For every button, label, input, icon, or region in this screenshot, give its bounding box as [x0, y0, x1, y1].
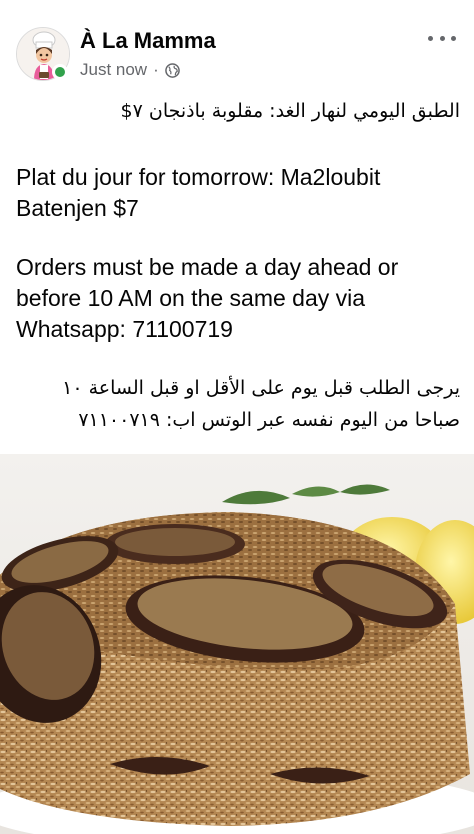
arabic-dish-line: الطبق اليومي لنهار الغد: مقلوبة باذنجان …: [120, 100, 460, 122]
maqluba-eggplant-dish-image: [0, 454, 474, 834]
plat-du-jour-text: Plat du jour for tomorrow: Ma2loubit Bat…: [16, 164, 381, 221]
post-header: À La Mamma Just now ·: [0, 0, 474, 92]
post-meta: Just now ·: [80, 60, 180, 80]
meta-separator: ·: [153, 60, 159, 79]
orders-text: Orders must be made a day ahead or befor…: [16, 254, 399, 342]
globe-icon[interactable]: [164, 62, 180, 78]
post-photo[interactable]: [0, 454, 474, 834]
page-name[interactable]: À La Mamma: [80, 28, 216, 54]
more-options-icon[interactable]: [428, 28, 456, 48]
post-timestamp[interactable]: Just now: [80, 60, 147, 80]
online-status-indicator: [52, 64, 68, 80]
arabic-orders-text: يرجى الطلب قبل يوم على الأقل او قبل السا…: [62, 377, 460, 431]
